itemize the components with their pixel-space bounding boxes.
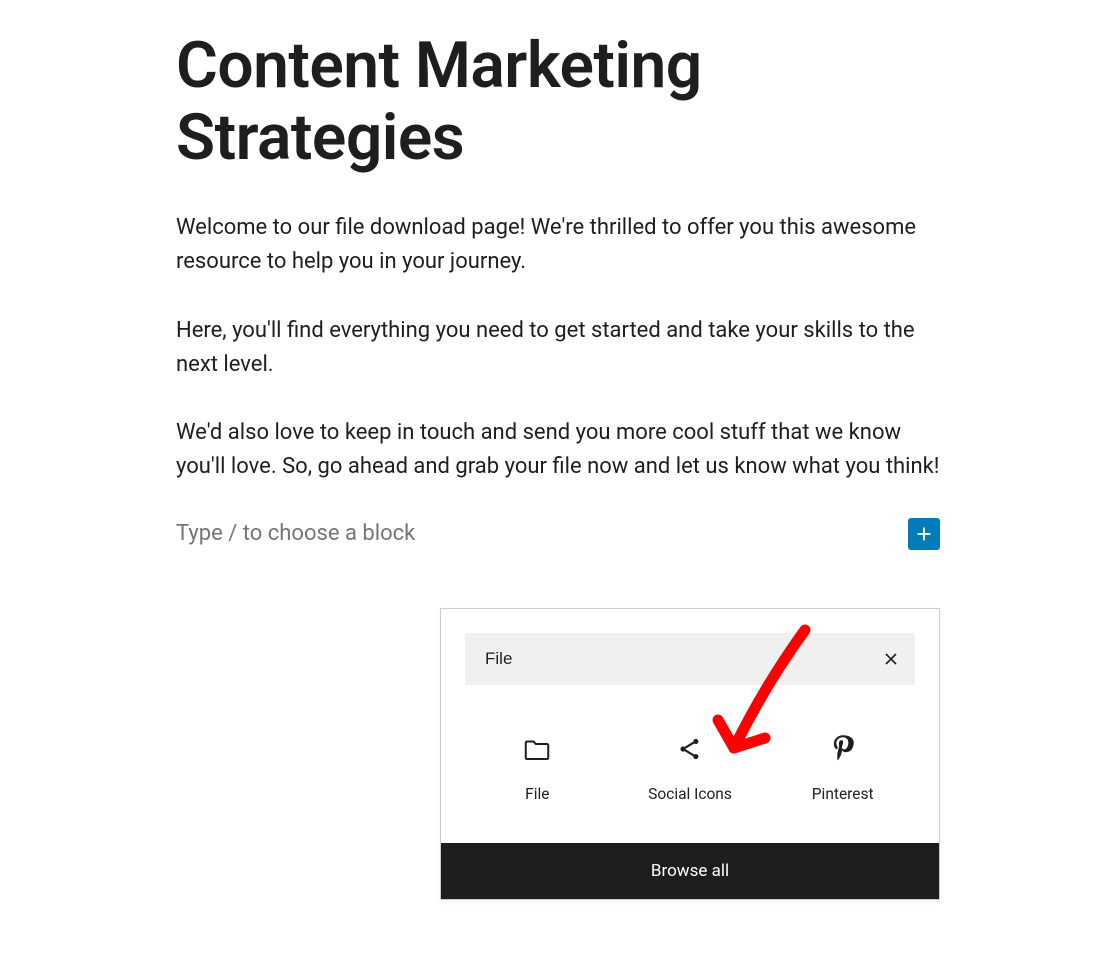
paragraph-block[interactable]: We'd also love to keep in touch and send…: [176, 416, 940, 484]
paragraph-block[interactable]: Welcome to our file download page! We're…: [176, 211, 940, 279]
inserter-item-file[interactable]: File: [465, 723, 610, 813]
close-icon: [881, 649, 901, 669]
inserter-item-social-icons[interactable]: Social Icons: [618, 723, 763, 813]
inserter-search-input[interactable]: [465, 633, 915, 685]
inserter-search: [465, 633, 915, 685]
browse-all-button[interactable]: Browse all: [441, 843, 939, 899]
share-icon: [676, 733, 704, 765]
inserter-item-label: File: [525, 785, 549, 803]
inserter-item-label: Social Icons: [648, 785, 732, 803]
inserter-results: File Social Icons: [441, 695, 939, 843]
inserter-search-wrap: [441, 609, 939, 695]
block-placeholder-text[interactable]: Type / to choose a block: [176, 521, 415, 546]
page-title[interactable]: Content Marketing Strategies: [176, 30, 940, 173]
plus-icon: [913, 523, 935, 545]
file-icon: [522, 733, 552, 765]
inserter-item-pinterest[interactable]: Pinterest: [770, 723, 915, 813]
pinterest-icon: [829, 733, 857, 765]
inserter-item-label: Pinterest: [812, 785, 874, 803]
editor-canvas: Content Marketing Strategies Welcome to …: [88, 0, 1028, 590]
empty-block-row: Type / to choose a block: [176, 518, 940, 550]
clear-search-button[interactable]: [881, 649, 901, 669]
add-block-button[interactable]: [908, 518, 940, 550]
block-inserter-panel: File Social Icons: [440, 608, 940, 900]
paragraph-block[interactable]: Here, you'll find everything you need to…: [176, 314, 940, 382]
